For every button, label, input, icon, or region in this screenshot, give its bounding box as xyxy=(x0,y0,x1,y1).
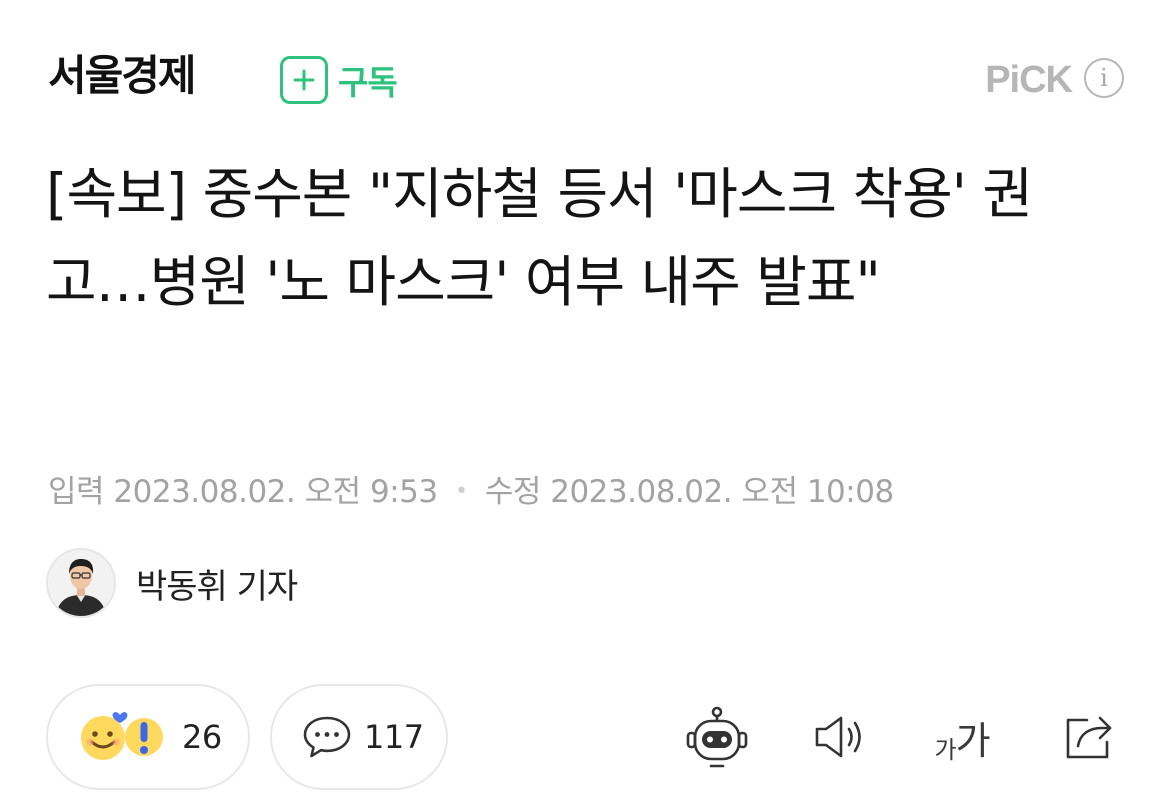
article-title: [속보] 중수본 "지하철 등서 '마스크 착용' 권고…병원 '노 마스크' … xyxy=(46,162,1033,314)
plus-icon xyxy=(280,56,328,104)
robot-icon xyxy=(684,704,750,770)
speaker-icon xyxy=(811,712,871,762)
font-size-icon: 가 가 xyxy=(934,710,991,765)
modified-label: 수정 xyxy=(484,474,542,510)
article-datetime: 입력 2023.08.02. 오전 9:53 • 수정 2023.08.02. … xyxy=(48,466,894,511)
read-aloud-button[interactable] xyxy=(806,700,876,774)
info-icon[interactable]: i xyxy=(1084,58,1124,98)
font-size-large-glyph: 가 xyxy=(955,718,991,763)
input-label: 입력 xyxy=(48,474,105,510)
subscribe-button[interactable]: 구독 xyxy=(280,54,398,106)
meta-separator: • xyxy=(454,479,468,504)
font-size-button[interactable]: 가 가 xyxy=(922,700,1002,774)
share-button[interactable] xyxy=(1054,700,1124,774)
subscribe-label: 구독 xyxy=(338,63,398,102)
reaction-emoji-icon xyxy=(78,707,170,767)
share-icon xyxy=(1060,710,1118,764)
press-logo[interactable]: 서울경제 xyxy=(48,48,197,104)
author-name: 박동휘 기자 xyxy=(136,566,298,607)
speech-bubble-icon xyxy=(302,714,352,760)
summary-bot-button[interactable] xyxy=(680,700,754,774)
comment-count: 117 xyxy=(364,718,424,756)
author-byline[interactable]: 박동휘 기자 xyxy=(46,546,298,620)
pick-badge: PiCK xyxy=(985,59,1073,101)
reaction-count: 26 xyxy=(182,718,222,756)
modified-time: 2023.08.02. 오전 10:08 xyxy=(550,474,894,510)
input-time: 2023.08.02. 오전 9:53 xyxy=(113,474,438,510)
font-size-small-glyph: 가 xyxy=(934,735,956,764)
comment-button[interactable]: 117 xyxy=(270,684,448,790)
author-avatar xyxy=(46,548,116,618)
article-header: 서울경제 구독 PiCK i xyxy=(48,44,1124,108)
reaction-button[interactable]: 26 xyxy=(46,684,250,790)
